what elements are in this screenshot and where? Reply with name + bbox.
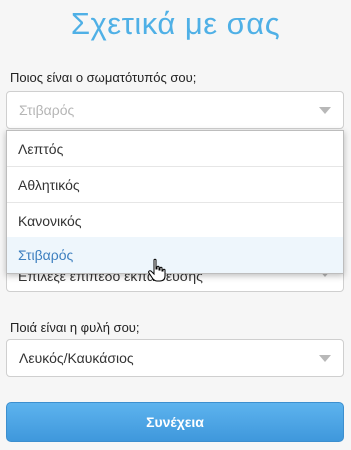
chevron-down-icon bbox=[319, 107, 331, 114]
ethnicity-label: Ποιά είναι η φυλή σου; bbox=[10, 320, 140, 335]
dropdown-option-slim[interactable]: Λεπτός bbox=[7, 131, 343, 167]
page-title: Σχετικά με σας bbox=[70, 6, 281, 41]
dropdown-option-athletic[interactable]: Αθλητικός bbox=[7, 167, 343, 203]
dropdown-option-stocky[interactable]: Στιβαρός bbox=[7, 237, 343, 273]
continue-button[interactable]: Συνέχεια bbox=[6, 402, 344, 442]
body-type-select-value: Στιβαρός bbox=[19, 102, 75, 118]
ethnicity-select[interactable]: Λευκός/Καυκάσιος bbox=[6, 339, 344, 377]
dropdown-option-label: Κανονικός bbox=[18, 213, 82, 229]
ethnicity-select-value: Λευκός/Καυκάσιος bbox=[19, 350, 134, 366]
chevron-down-icon bbox=[319, 355, 331, 362]
body-type-label: Ποιος είναι ο σωματότυπός σου; bbox=[10, 70, 197, 85]
body-type-select[interactable]: Στιβαρός bbox=[6, 91, 344, 129]
dropdown-option-average[interactable]: Κανονικός bbox=[7, 203, 343, 239]
body-type-dropdown: Λεπτός Αθλητικός Κανονικός Στιβαρός bbox=[6, 130, 344, 274]
dropdown-option-label: Αθλητικός bbox=[18, 177, 80, 193]
dropdown-option-label: Στιβαρός bbox=[18, 247, 74, 263]
dropdown-option-label: Λεπτός bbox=[18, 141, 64, 157]
hand-cursor-icon bbox=[148, 258, 166, 287]
